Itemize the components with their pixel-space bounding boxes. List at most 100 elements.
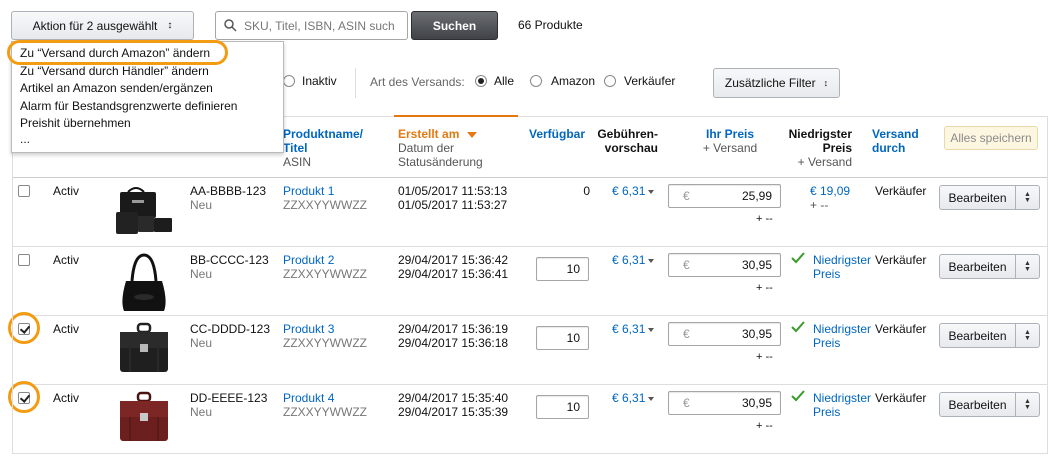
row-checkbox[interactable] [18,254,30,266]
save-all-button[interactable]: Alles speichern [944,126,1038,150]
row-divider [12,246,1048,247]
header-your-price[interactable]: Ihr Preis + Versand [680,127,780,155]
menu-item-buybox-price[interactable]: Preishit übernehmen [20,116,131,130]
row-product: Produkt 1 ZZXXYYWWZZ [283,184,367,212]
sku-value: CC-DDDD-123 [190,322,271,336]
created-date: 29/04/2017 15:36:42 [398,253,509,267]
filter-inaktiv-radio[interactable] [283,75,295,87]
price-input[interactable]: €30,95 [668,253,781,277]
header-created[interactable]: Erstellt am Datum der Statusänderung [398,127,483,169]
product-name-link[interactable]: Produkt 4 [283,391,367,405]
row-product: Produkt 3 ZZXXYYWWZZ [283,322,367,350]
lowest-price-link[interactable]: Niedrigster Preis [813,322,871,350]
header-asin-label: ASIN [283,155,312,169]
filter-inaktiv-label: Inaktiv [302,74,337,88]
price-input[interactable]: €25,99 [668,184,781,208]
header-available[interactable]: Verfügbar [529,127,585,141]
header-created-label: Erstellt am [398,127,483,141]
edit-options-button[interactable]: ▲ ▼ [1015,323,1040,348]
edit-options-button[interactable]: ▲ ▼ [1015,392,1040,417]
row-status: Activ [53,253,80,267]
search-button[interactable]: Suchen [411,11,498,40]
edit-button[interactable]: Bearbeiten [939,254,1016,279]
product-count: 66 Produkte [518,18,583,32]
row-divider [12,384,1048,385]
row-dates: 29/04/2017 15:35:40 29/04/2017 15:35:39 [398,391,508,419]
price-input[interactable]: €30,95 [668,322,781,346]
condition-value: Neu [190,336,213,350]
save-all-label: Alles speichern [950,131,1032,145]
caret-down-icon [648,189,655,194]
fee-preview[interactable]: € 6,31 [612,322,655,336]
row-divider [12,315,1048,316]
edit-split-button: Bearbeiten ▲ ▼ [939,254,1040,279]
header-title-label: Titel [283,141,308,155]
fee-preview[interactable]: € 6,31 [612,184,655,198]
product-name-link[interactable]: Produkt 2 [283,253,367,267]
caret-down-icon [648,396,655,401]
edit-split-button: Bearbeiten ▲ ▼ [939,392,1040,417]
chevron-down-icon: ↕ [167,20,173,31]
search-input[interactable]: SKU, Titel, ISBN, ASIN such [215,11,408,40]
menu-item-fbm[interactable]: Zu “Versand durch Händler” ändern [20,64,209,78]
menu-item-stock-alert[interactable]: Alarm für Bestandsgrenzwerte definieren [20,99,237,113]
price-value: 25,99 [741,189,772,203]
quantity-input[interactable]: 10 [536,326,589,350]
currency-symbol: € [683,189,690,203]
created-date: 29/04/2017 15:36:19 [398,322,509,336]
product-image[interactable] [112,389,176,448]
quantity-input[interactable]: 10 [536,395,589,419]
lowest-price: € 19,09 + -- [810,184,850,212]
row-checkbox[interactable] [18,185,30,197]
product-image[interactable] [112,251,176,318]
fulfilled-by: Verkäufer [875,391,927,405]
bulk-action-dropdown[interactable]: Aktion für 2 ausgewählt ↕ [11,11,194,40]
header-product-name[interactable]: Produktname/ Titel ASIN [283,127,363,169]
more-filters-button[interactable]: Zusätzliche Filter ↕ [713,68,840,98]
menu-item-send-to-amazon[interactable]: Artikel an Amazon senden/ergänzen [20,81,213,95]
price-input[interactable]: €30,95 [668,391,781,415]
quantity-input[interactable]: 10 [536,257,589,281]
product-image[interactable] [112,182,176,245]
row-product: Produkt 2 ZZXXYYWWZZ [283,253,367,281]
menu-item-more[interactable]: ... [20,132,30,146]
header-fulfilled-1: Versand [872,127,919,141]
header-lowest-2: Preis [822,141,852,155]
sort-indicator-line [394,115,518,117]
fee-preview[interactable]: € 6,31 [612,253,655,267]
lowest-price-link[interactable]: Niedrigster Preis [813,253,871,281]
row-status: Activ [53,184,80,198]
filter-amazon-radio[interactable] [530,75,542,87]
product-name-link[interactable]: Produkt 1 [283,184,367,198]
search-icon [224,19,237,35]
header-your-price-shipping: + Versand [702,141,758,155]
currency-symbol: € [683,258,690,272]
lowest-label-1: Niedrigster [813,391,872,405]
table-left-border [12,116,13,454]
changed-date: 29/04/2017 15:36:41 [398,267,509,281]
check-icon [791,390,805,405]
row-divider [12,453,1048,454]
fee-value: € 6,31 [612,322,646,336]
filter-seller-radio[interactable] [604,75,616,87]
row-dates: 29/04/2017 15:36:42 29/04/2017 15:36:41 [398,253,508,281]
edit-options-button[interactable]: ▲ ▼ [1015,254,1040,279]
edit-options-button[interactable]: ▲ ▼ [1015,185,1040,210]
edit-label: Bearbeiten [948,328,1007,343]
fee-preview[interactable]: € 6,31 [612,391,655,405]
product-image[interactable] [112,320,176,379]
filter-all-radio[interactable] [475,75,487,87]
product-name-link[interactable]: Produkt 3 [283,322,367,336]
header-fulfilled-by[interactable]: Versand durch [872,127,919,155]
edit-button[interactable]: Bearbeiten [939,323,1016,348]
lowest-price-link[interactable]: Niedrigster Preis [813,391,871,419]
price-value: 30,95 [741,258,772,272]
row-sku: CC-DDDD-123 Neu [190,322,270,350]
edit-button[interactable]: Bearbeiten [939,185,1016,210]
edit-button[interactable]: Bearbeiten [939,392,1016,417]
lowest-label-1: Niedrigster [813,253,872,267]
updown-icon: ↕ [823,78,829,88]
edit-split-button: Bearbeiten ▲ ▼ [939,185,1040,210]
filter-seller-label: Verkäufer [624,74,676,88]
lowest-price-value[interactable]: € 19,09 [810,184,850,198]
